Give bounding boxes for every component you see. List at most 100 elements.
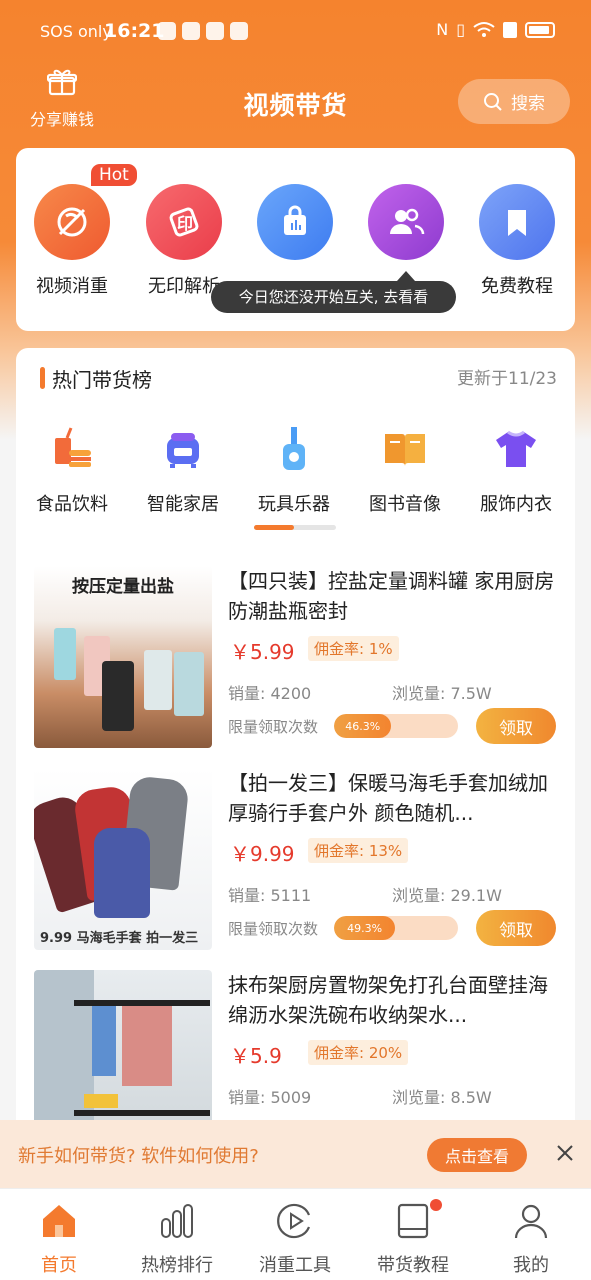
product-name: 抹布架厨房置物架免打孔台面壁挂海绵沥水架洗碗布收纳架水... (228, 973, 548, 1027)
claim-progress-fill: 49.3% (334, 916, 396, 940)
nfc-icon: N (436, 20, 449, 39)
category-label: 智能家居 (147, 494, 219, 515)
product-name: 【拍一发三】保暖马海毛手套加绒加厚骑行手套户外 颜色随机... (228, 771, 548, 825)
bookmark-icon (479, 184, 555, 260)
thumb-caption: 9.99 马海毛手套 拍一发三 (40, 931, 199, 946)
notification-dot (430, 1199, 442, 1211)
tab-dedupe-tool[interactable]: 消重工具 (236, 1201, 354, 1277)
wifi-icon (473, 21, 495, 37)
home-icon (43, 1205, 75, 1237)
book-icon (385, 434, 425, 466)
claim-progress-fill: 46.3% (334, 714, 392, 738)
alert-icon (503, 21, 517, 38)
claim-button[interactable]: 领取 (476, 910, 556, 946)
tab-label: 热榜排行 (141, 1255, 213, 1276)
no-duplicate-icon (34, 184, 110, 260)
search-label: 搜索 (511, 94, 545, 114)
tool-free-tutorial[interactable]: 免费教程 (462, 184, 572, 298)
commission-badge: 佣金率: 13% (308, 838, 409, 863)
category-food[interactable]: 食品饮料 (17, 426, 127, 516)
category-smart-home[interactable]: 智能家居 (128, 426, 238, 516)
play-circle-icon (277, 1203, 311, 1239)
stamp-icon: 印 (146, 184, 222, 260)
product-item[interactable]: 9.99 马海毛手套 拍一发三 【拍一发三】保暖马海毛手套加绒加厚骑行手套户外 … (34, 768, 564, 953)
commission-badge: 佣金率: 20% (308, 1040, 409, 1065)
product-price: ￥5.9 (230, 1044, 282, 1068)
category-books-media[interactable]: 图书音像 (350, 426, 460, 516)
category-label: 图书音像 (369, 494, 441, 515)
tab-tutorial[interactable]: 带货教程 (354, 1199, 472, 1277)
tooltip-text: 今日您还没开始互关, 去看看 (238, 288, 429, 306)
tab-label: 首页 (41, 1255, 77, 1276)
claim-progress-bar: 49.3% (334, 916, 458, 940)
clock: 16:21 (104, 20, 165, 42)
tab-label: 带货教程 (377, 1255, 449, 1276)
ranking-updated: 更新于11/23 (457, 369, 557, 389)
users-icon (368, 184, 444, 260)
tab-label: 我的 (513, 1255, 549, 1276)
hot-badge: Hot (91, 164, 137, 186)
system-icons: N ▯ (436, 20, 555, 39)
product-image: 9.99 马海毛手套 拍一发三 (34, 768, 212, 950)
tool-label: 视频消重 (36, 276, 108, 297)
food-drink-icon (55, 427, 91, 467)
bottom-tab-bar: 首页 热榜排行 消重工具 带货教程 我的 (0, 1188, 591, 1280)
limit-label: 限量领取次数 (228, 718, 319, 736)
thumb-caption: 按压定量出盐 (72, 577, 174, 597)
hot-ranking-card: 热门带货榜 更新于11/23 食品饮料 智能家居 玩具乐器 图书音像 服饰内衣 … (16, 348, 575, 1188)
tool-shop[interactable] (240, 184, 350, 272)
follow-tooltip[interactable]: 今日您还没开始互关, 去看看 (211, 271, 456, 313)
category-scroll-indicator (254, 525, 336, 530)
category-label: 食品饮料 (36, 494, 108, 515)
carrier-text: SOS only (40, 22, 112, 41)
view-now-button[interactable]: 点击查看 (427, 1138, 527, 1172)
sales-count: 销量: 5009 (228, 1088, 312, 1107)
product-item[interactable]: 按压定量出盐 【四只装】控盐定量调料罐 家用厨房防潮盐瓶密封 ￥5.99 佣金率… (34, 566, 564, 751)
app-notification-icon (206, 22, 224, 40)
category-label: 玩具乐器 (258, 494, 330, 515)
claim-button[interactable]: 领取 (476, 708, 556, 744)
limit-label: 限量领取次数 (228, 920, 319, 938)
view-count: 浏览量: 7.5W (392, 684, 492, 703)
search-icon (484, 92, 502, 111)
user-icon (514, 1204, 548, 1239)
book-icon (397, 1203, 429, 1239)
tool-label: 免费教程 (481, 276, 553, 297)
shop-bag-icon (257, 184, 333, 260)
commission-badge: 佣金率: 1% (308, 636, 399, 661)
guitar-icon (283, 427, 305, 470)
sales-count: 销量: 4200 (228, 684, 312, 703)
category-label: 服饰内衣 (480, 494, 552, 515)
claim-progress-bar: 46.3% (334, 714, 458, 738)
bar-chart-icon (161, 1204, 193, 1238)
tab-profile[interactable]: 我的 (472, 1201, 590, 1277)
product-image: 按压定量出盐 (34, 566, 212, 748)
tab-label: 消重工具 (259, 1255, 331, 1276)
vibrate-icon: ▯ (456, 20, 465, 39)
ranking-title: 热门带货榜 (40, 364, 152, 393)
app-notification-icon (158, 22, 176, 40)
category-toys-music[interactable]: 玩具乐器 (239, 426, 349, 516)
category-apparel[interactable]: 服饰内衣 (461, 426, 571, 516)
product-price: ￥9.99 (230, 842, 295, 866)
close-icon[interactable] (554, 1142, 576, 1164)
tab-home[interactable]: 首页 (0, 1201, 118, 1277)
tab-hot-ranking[interactable]: 热榜排行 (118, 1201, 236, 1277)
tutorial-banner: 新手如何带货? 软件如何使用? 点击查看 (0, 1120, 591, 1188)
status-bar: SOS only 16:21 N ▯ (0, 0, 591, 64)
view-count: 浏览量: 8.5W (392, 1088, 492, 1107)
rice-cooker-icon (167, 433, 199, 468)
product-name: 【四只装】控盐定量调料罐 家用厨房防潮盐瓶密封 (228, 569, 555, 623)
tool-video-dedupe[interactable]: 视频消重 (17, 184, 127, 298)
banner-text: 新手如何带货? 软件如何使用? (18, 1146, 259, 1167)
tool-mutual-follow[interactable] (351, 184, 461, 272)
battery-icon (525, 21, 555, 38)
search-button[interactable]: 搜索 (458, 79, 570, 124)
app-notification-icon (230, 22, 248, 40)
sales-count: 销量: 5111 (228, 886, 312, 905)
notification-icons (158, 22, 248, 40)
shirt-icon (496, 430, 536, 467)
view-count: 浏览量: 29.1W (392, 886, 502, 905)
svg-text:印: 印 (177, 214, 193, 233)
app-notification-icon (182, 22, 200, 40)
